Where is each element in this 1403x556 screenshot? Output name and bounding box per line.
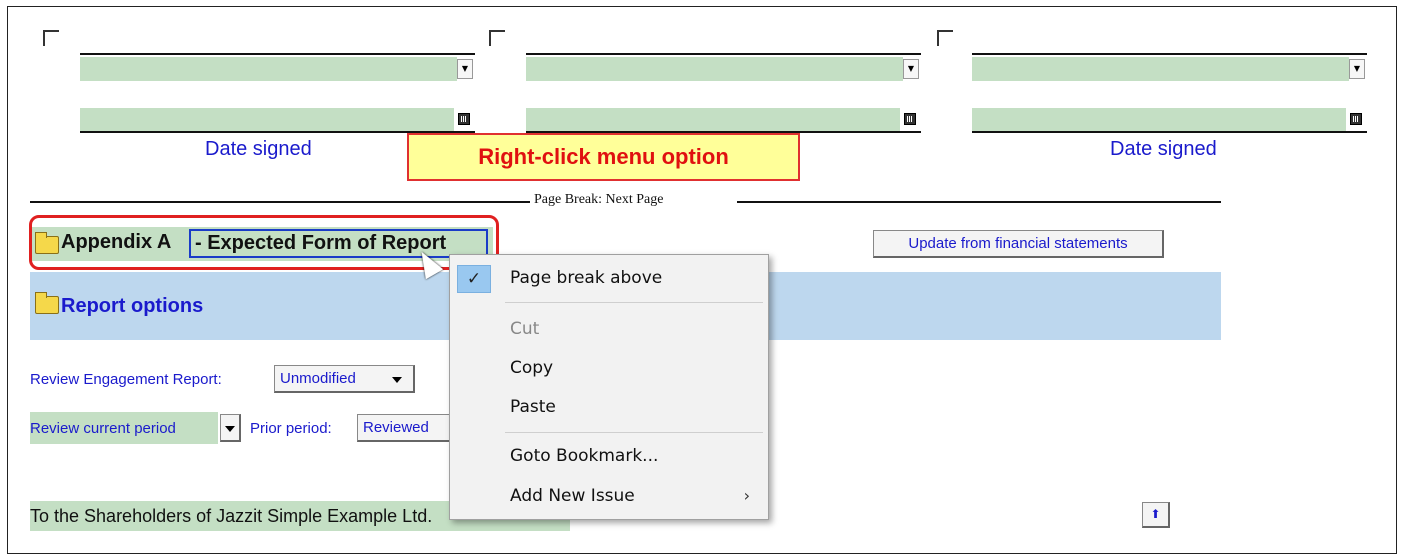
- addressee-text[interactable]: To the Shareholders of Jazzit Simple Exa…: [30, 506, 432, 527]
- date-signed-label: Date signed: [1110, 138, 1217, 160]
- chevron-down-icon[interactable]: ▼: [457, 59, 473, 79]
- date-field-3[interactable]: [972, 108, 1346, 132]
- prior-period-value: Reviewed: [363, 419, 429, 436]
- folder-icon[interactable]: [35, 292, 59, 314]
- signer-name-field-1[interactable]: [80, 57, 457, 81]
- callout-annotation: Right-click menu option: [407, 133, 800, 181]
- menu-item-label: Copy: [510, 358, 554, 378]
- calendar-icon[interactable]: [458, 113, 470, 125]
- signature-checkbox-2[interactable]: [489, 30, 505, 46]
- page-break-line-right: [737, 201, 1221, 203]
- menu-item-add-new-issue[interactable]: Add New Issue ›: [450, 479, 768, 513]
- signer-name-field-2[interactable]: [526, 57, 903, 81]
- menu-separator: [505, 432, 763, 433]
- chevron-down-icon[interactable]: [392, 377, 402, 383]
- menu-item-label: Page break above: [510, 268, 663, 288]
- page-break-label: Page Break: Next Page: [534, 192, 664, 207]
- update-from-financial-statements-button[interactable]: Update from financial statements: [873, 230, 1164, 258]
- date-field-1[interactable]: [80, 108, 454, 132]
- menu-item-goto-bookmark[interactable]: Goto Bookmark...: [450, 439, 768, 473]
- signature-checkbox-1[interactable]: [43, 30, 59, 46]
- prior-period-select[interactable]: Reviewed: [357, 414, 452, 442]
- menu-item-label: Paste: [510, 397, 556, 417]
- menu-item-page-break-above[interactable]: ✓ Page break above: [450, 261, 768, 295]
- date-field-2[interactable]: [526, 108, 900, 132]
- prior-period-label: Prior period:: [250, 420, 332, 437]
- date-line-3: [972, 131, 1367, 133]
- page-break-line-left: [30, 201, 530, 203]
- chevron-right-icon: ›: [743, 486, 750, 505]
- signature-line-3: [972, 53, 1367, 55]
- menu-item-paste[interactable]: Paste: [450, 390, 768, 424]
- menu-item-label: Add New Issue: [510, 486, 635, 506]
- review-engagement-value: Unmodified: [280, 370, 356, 387]
- menu-item-copy[interactable]: Copy: [450, 351, 768, 385]
- chevron-down-icon[interactable]: ▼: [1349, 59, 1365, 79]
- chevron-down-icon[interactable]: [225, 426, 235, 432]
- date-signed-label: Date signed: [205, 138, 312, 160]
- mouse-icon[interactable]: ⬆: [1142, 502, 1170, 528]
- current-period-value[interactable]: Review current period: [30, 420, 176, 437]
- checkmark-icon: ✓: [457, 265, 491, 293]
- calendar-icon[interactable]: [1350, 113, 1362, 125]
- signature-checkbox-3[interactable]: [937, 30, 953, 46]
- chevron-down-icon[interactable]: ▼: [903, 59, 919, 79]
- context-menu: ✓ Page break above Cut Copy Paste Goto B…: [449, 254, 769, 520]
- report-options-heading[interactable]: Report options: [61, 295, 203, 318]
- menu-item-cut[interactable]: Cut: [450, 312, 768, 346]
- signer-name-field-3[interactable]: [972, 57, 1349, 81]
- menu-item-label: Goto Bookmark...: [510, 446, 659, 466]
- review-engagement-label: Review Engagement Report:: [30, 371, 222, 388]
- menu-item-label: Cut: [510, 319, 540, 339]
- calendar-icon[interactable]: [904, 113, 916, 125]
- menu-separator: [505, 302, 763, 303]
- signature-line-1: [80, 53, 475, 55]
- signature-line-2: [526, 53, 921, 55]
